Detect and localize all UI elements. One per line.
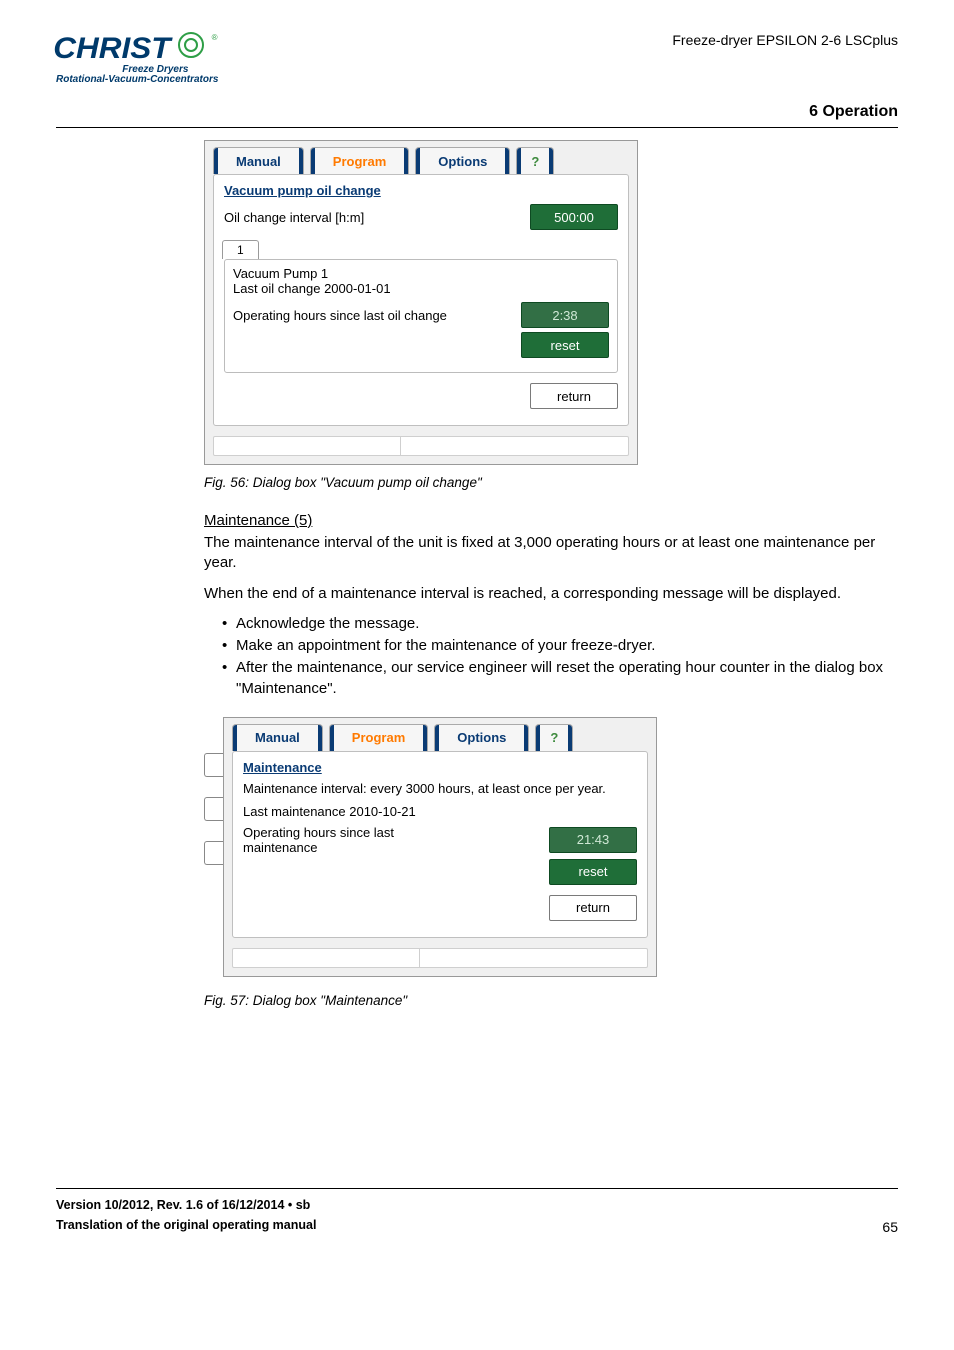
bullet-3: After the maintenance, our service engin…: [222, 658, 894, 699]
status-bar: [232, 948, 648, 968]
status-bar: [213, 436, 629, 456]
maintenance-para-1: The maintenance interval of the unit is …: [204, 533, 894, 574]
last-oil-change: Last oil change 2000-01-01: [233, 281, 609, 296]
return-button[interactable]: return: [549, 895, 637, 921]
pump-name: Vacuum Pump 1: [233, 266, 609, 281]
product-line: Freeze-dryer EPSILON 2-6 LSCplus: [672, 32, 898, 48]
op-hours-label: Operating hours since last oil change: [233, 308, 447, 323]
tab-help[interactable]: ?: [535, 724, 573, 751]
side-tab-icon[interactable]: [204, 753, 225, 777]
dialog-title: Maintenance: [243, 760, 637, 775]
dialog-maintenance: Manual Program Options ? Maintenance Mai…: [223, 717, 657, 977]
dialog-title: Vacuum pump oil change: [224, 183, 618, 198]
reset-button[interactable]: reset: [521, 332, 609, 358]
pump-tab-1[interactable]: 1: [222, 240, 259, 259]
tab-program[interactable]: Program: [329, 724, 428, 751]
last-maintenance: Last maintenance 2010-10-21: [243, 804, 637, 819]
side-tab-icon[interactable]: [204, 841, 225, 865]
tab-options[interactable]: Options: [415, 147, 510, 174]
logo-wordmark: CHRIST: [53, 32, 170, 66]
side-tab-icon[interactable]: [204, 797, 225, 821]
logo-mark-icon: [178, 32, 204, 58]
page-number: 65: [882, 1219, 898, 1235]
reset-button[interactable]: reset: [549, 859, 637, 885]
bullet-2: Make an appointment for the maintenance …: [222, 636, 894, 656]
tab-manual[interactable]: Manual: [213, 147, 304, 174]
maintenance-interval-text: Maintenance interval: every 3000 hours, …: [243, 781, 637, 796]
maintenance-para-2: When the end of a maintenance interval i…: [204, 584, 894, 604]
bullet-1: Acknowledge the message.: [222, 614, 894, 634]
oil-interval-label: Oil change interval [h:m]: [224, 210, 364, 225]
figure-56-caption: Fig. 56: Dialog box "Vacuum pump oil cha…: [204, 475, 894, 490]
op-hours-label: Operating hours since last maintenance: [243, 825, 443, 855]
figure-57-caption: Fig. 57: Dialog box "Maintenance": [204, 993, 894, 1008]
footer-translation: Translation of the original operating ma…: [56, 1215, 316, 1235]
tab-help[interactable]: ?: [516, 147, 554, 174]
logo-subtitle-2: Rotational-Vacuum-Concentrators: [56, 74, 218, 85]
maintenance-subheading: Maintenance (5): [204, 512, 894, 529]
section-heading: 6 Operation: [56, 103, 898, 121]
oil-interval-value[interactable]: 500:00: [530, 204, 618, 230]
tab-options[interactable]: Options: [434, 724, 529, 751]
footer-version: Version 10/2012, Rev. 1.6 of 16/12/2014 …: [56, 1195, 316, 1215]
tab-manual[interactable]: Manual: [232, 724, 323, 751]
dialog-vacuum-oil-change: Manual Program Options ? Vacuum pump oil…: [204, 140, 638, 465]
tab-program[interactable]: Program: [310, 147, 409, 174]
op-hours-value: 2:38: [521, 302, 609, 328]
brand-logo: CHRIST ® Freeze Dryers Rotational-Vacuum…: [56, 32, 218, 85]
op-hours-value: 21:43: [549, 827, 637, 853]
return-button[interactable]: return: [530, 383, 618, 409]
